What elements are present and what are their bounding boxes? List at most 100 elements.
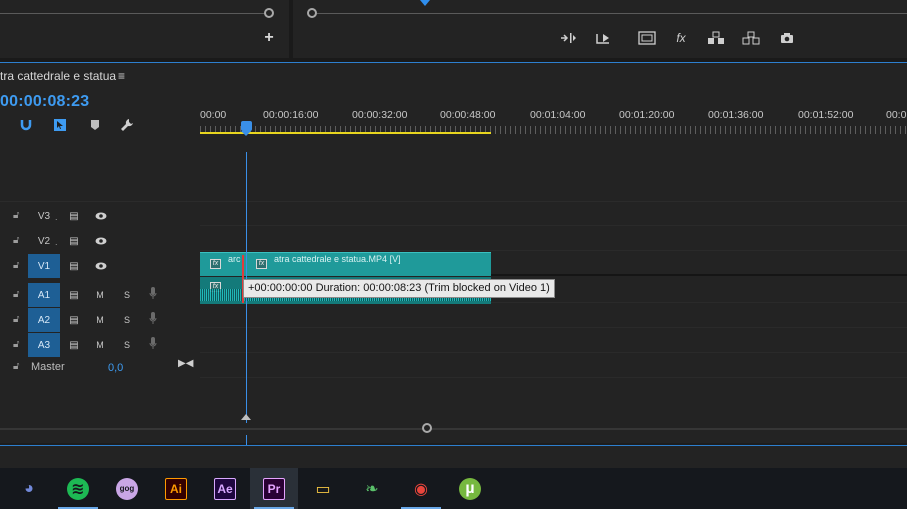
taskbar-app-utorrent[interactable]: µ	[446, 468, 494, 509]
source-zoom-knob[interactable]	[264, 8, 274, 18]
wrench-icon[interactable]	[120, 118, 134, 132]
taskbar-app-premiere[interactable]: Pr	[250, 468, 298, 509]
taskbar-app-chrome[interactable]: ◉	[397, 468, 445, 509]
taskbar-app-file-explorer[interactable]: ▭	[299, 468, 347, 509]
eye-icon[interactable]	[94, 258, 108, 274]
program-zoom-track	[317, 13, 907, 14]
solo-button[interactable]: S	[120, 337, 134, 353]
linked-selection-icon[interactable]	[53, 118, 67, 132]
lane-a2[interactable]	[200, 304, 907, 328]
hamburger-menu-icon[interactable]: ≡	[118, 69, 125, 83]
taskbar-app-discord[interactable]: ◕	[5, 468, 53, 509]
ruler-tick: 00:00:32:00	[352, 109, 408, 121]
zoom-scroll-knob[interactable]	[422, 423, 432, 433]
premiere-icon: Pr	[263, 477, 285, 500]
track-header-a2: 🔓︎ A2 ▤ M S	[0, 308, 200, 332]
lane-v2[interactable]	[200, 227, 907, 251]
ruler-tick: 00:01:20:00	[619, 109, 675, 121]
fx-badge-icon: fx	[210, 259, 221, 269]
mute-button[interactable]: M	[93, 287, 107, 303]
add-marker-icon[interactable]	[88, 118, 102, 132]
playhead-timecode[interactable]: 00:00:08:23	[0, 93, 89, 111]
multicam-icon[interactable]	[706, 29, 726, 47]
lock-icon[interactable]: 🔓︎	[13, 235, 23, 246]
safe-margins-icon[interactable]	[638, 29, 656, 47]
program-panel: fx	[293, 0, 907, 58]
ruler-tick: 00:00:16:00	[263, 109, 319, 121]
master-lock-icon[interactable]: 🔓︎	[13, 361, 19, 372]
sync-lock-icon[interactable]: ▤	[67, 233, 81, 249]
playhead-handle[interactable]	[241, 121, 252, 136]
taskbar-app-illustrator[interactable]: Ai	[152, 468, 200, 509]
master-mix-icon[interactable]: ▶◀	[178, 358, 193, 369]
video-clip-label: arc	[228, 254, 241, 264]
ruler-tick: 00:00	[200, 109, 227, 121]
lock-icon[interactable]: 🔓︎	[13, 289, 23, 300]
program-zoom-knob[interactable]	[307, 8, 317, 18]
mic-icon[interactable]	[149, 337, 159, 353]
lane-v3[interactable]	[200, 202, 907, 226]
lane-master[interactable]	[200, 354, 907, 378]
snap-icon[interactable]	[19, 118, 33, 132]
bottom-panel	[0, 446, 907, 468]
fx-icon[interactable]: fx	[674, 29, 688, 47]
gog-icon: gog	[116, 477, 138, 500]
fx-label: fx	[676, 31, 686, 45]
solo-button[interactable]: S	[120, 287, 134, 303]
trim-tooltip: +00:00:00:00 Duration: 00:00:08:23 (Trim…	[243, 279, 555, 298]
ruler-tick: 00:01:04:00	[530, 109, 586, 121]
fx-badge-icon: fx	[256, 259, 267, 269]
taskbar-app-gog[interactable]: gog	[103, 468, 151, 509]
camera-icon[interactable]	[780, 29, 794, 47]
program-playhead-marker[interactable]	[420, 0, 430, 6]
source-panel: +	[0, 0, 289, 58]
track-lanes	[200, 202, 907, 420]
sync-lock-icon[interactable]: ▤	[67, 287, 81, 303]
eye-icon[interactable]	[94, 233, 108, 249]
sync-lock-icon[interactable]: ▤	[67, 312, 81, 328]
track-header-v2: 🔓︎ V2 . ▤	[0, 229, 200, 253]
sequence-tab[interactable]: tra cattedrale e statua	[0, 69, 116, 83]
lock-icon[interactable]: 🔓︎	[13, 339, 23, 350]
lock-icon[interactable]: 🔓︎	[13, 210, 23, 221]
lane-a3[interactable]	[200, 329, 907, 353]
track-target-dot: .	[55, 237, 58, 247]
timeline-panel: tra cattedrale e statua ≡ 00:00:08:23 00…	[0, 63, 907, 478]
taskbar-app-spotify[interactable]: ≋	[54, 468, 102, 509]
premiere-window: + fx tra cattedrale e statua ≡ 00:00:08:…	[0, 0, 907, 509]
taskbar-app-evernote[interactable]: ❧	[348, 468, 396, 509]
compare-view-icon[interactable]	[741, 29, 761, 47]
lock-icon[interactable]: 🔓︎	[13, 260, 23, 271]
playhead-bottom-marker	[241, 414, 251, 420]
track-name[interactable]: A2	[28, 308, 60, 332]
ruler-tick: 00:01:52:00	[798, 109, 854, 121]
track-name[interactable]: V1	[28, 254, 60, 278]
timeline-scrollbar[interactable]	[0, 423, 907, 435]
lock-icon[interactable]: 🔓︎	[13, 314, 23, 325]
utorrent-icon: µ	[459, 477, 481, 500]
track-header-v3: 🔓︎ V3 . ▤	[0, 204, 200, 228]
track-header-a3: 🔓︎ A3 ▤ M S	[0, 333, 200, 357]
mic-icon[interactable]	[149, 312, 159, 328]
mute-button[interactable]: M	[93, 312, 107, 328]
video-clip-label: atra cattedrale e statua.MP4 [V]	[274, 254, 401, 264]
master-volume-value[interactable]: 0,0	[108, 362, 123, 374]
track-header-v1: 🔓︎ V1 ▤	[0, 254, 200, 278]
add-button[interactable]: +	[262, 30, 276, 46]
taskbar-app-after-effects[interactable]: Ae	[201, 468, 249, 509]
solo-button[interactable]: S	[120, 312, 134, 328]
track-name[interactable]: A3	[28, 333, 60, 357]
track-name[interactable]: A1	[28, 283, 60, 307]
source-zoom-track	[0, 13, 265, 14]
sync-lock-icon[interactable]: ▤	[67, 258, 81, 274]
scroll-track[interactable]	[0, 428, 907, 430]
mic-icon[interactable]	[149, 287, 159, 303]
file-explorer-icon: ▭	[315, 480, 331, 498]
export-frame-icon[interactable]	[595, 29, 613, 47]
after-effects-icon: Ae	[214, 477, 236, 500]
eye-icon[interactable]	[94, 208, 108, 224]
sync-lock-icon[interactable]: ▤	[67, 337, 81, 353]
lift-icon[interactable]	[559, 29, 577, 47]
sync-lock-icon[interactable]: ▤	[67, 208, 81, 224]
mute-button[interactable]: M	[93, 337, 107, 353]
